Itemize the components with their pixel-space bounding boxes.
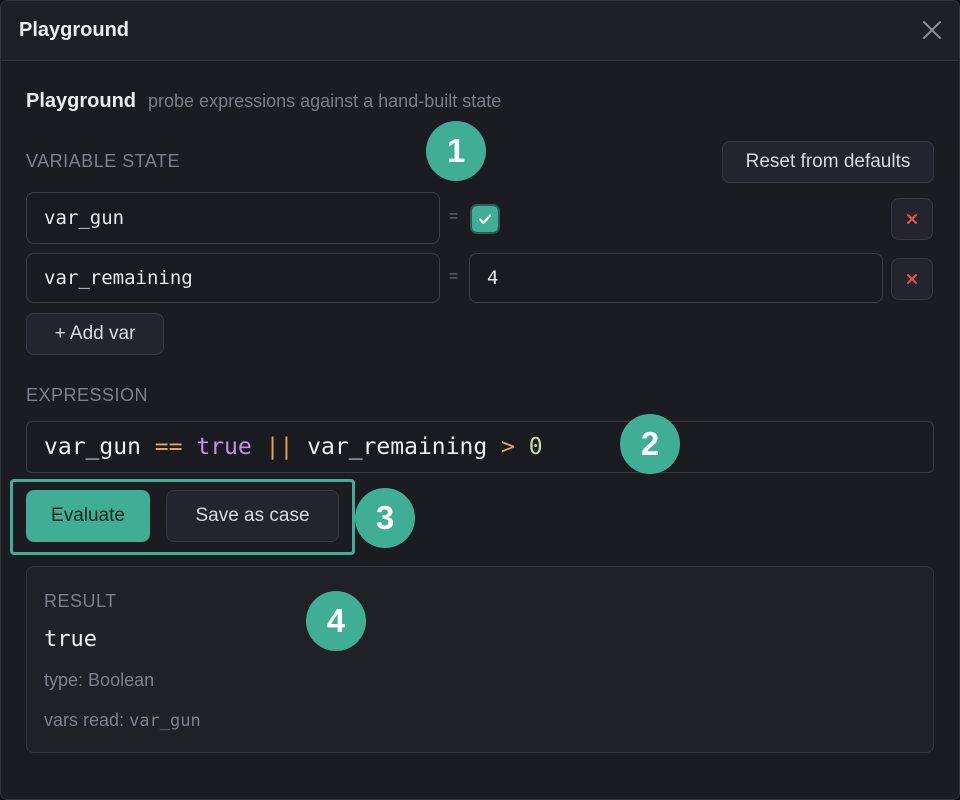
add-var-button[interactable]: + Add var <box>26 313 164 355</box>
equals-sign: = <box>449 268 459 285</box>
remove-icon <box>907 214 917 224</box>
result-type-value: Boolean <box>88 670 155 690</box>
reset-defaults-button[interactable]: Reset from defaults <box>722 141 934 183</box>
expression-token <box>252 434 266 460</box>
expression-token: || <box>265 434 294 460</box>
save-as-case-button[interactable]: Save as case <box>166 490 339 542</box>
equals-sign: = <box>449 208 459 225</box>
step-marker-1: 1 <box>426 121 486 181</box>
expression-token: 0 <box>528 434 543 460</box>
expression-token: > <box>501 434 515 460</box>
var-value-input[interactable]: 4 <box>469 253 883 303</box>
expression-token <box>487 434 501 460</box>
expression-token: var_remaining <box>307 434 488 460</box>
window-title: Playground <box>19 19 130 41</box>
expression-token <box>183 434 197 460</box>
check-icon <box>478 214 492 225</box>
expression-input[interactable]: var_gun == true || var_remaining > 0 <box>26 421 934 473</box>
title-bar: Playground <box>1 1 959 61</box>
expression-token <box>141 434 155 460</box>
remove-var-button[interactable] <box>891 198 933 240</box>
var-value-checkbox[interactable] <box>470 204 500 234</box>
expression-label: EXPRESSION <box>26 385 149 405</box>
close-icon <box>923 21 941 39</box>
result-type: type: Boolean <box>44 670 154 691</box>
result-label: RESULT <box>44 591 117 611</box>
page-title: Playground <box>26 90 137 112</box>
result-panel: RESULT true type: Boolean vars read: var… <box>26 566 934 753</box>
step-marker-2: 2 <box>620 414 680 474</box>
result-value: true <box>44 627 97 652</box>
evaluate-button[interactable]: Evaluate <box>26 490 150 542</box>
expression-token <box>515 434 529 460</box>
page-subtitle: probe expressions against a hand-built s… <box>148 91 502 111</box>
expression-token: == <box>154 434 183 460</box>
var-name-input[interactable]: var_remaining <box>26 253 440 303</box>
expression-token <box>293 434 307 460</box>
close-button[interactable] <box>919 17 945 43</box>
result-vars-value: var_gun <box>129 711 201 731</box>
variable-state-label: VARIABLE STATE <box>26 151 181 171</box>
expression-token: var_gun <box>44 434 141 460</box>
page-heading: Playground probe expressions against a ha… <box>26 90 501 113</box>
expression-token: true <box>196 434 252 460</box>
result-vars-read: vars read: var_gun <box>44 710 201 731</box>
remove-var-button[interactable] <box>891 258 933 300</box>
remove-icon <box>907 274 917 284</box>
step-marker-3: 3 <box>355 488 415 548</box>
result-vars-prefix: vars read: <box>44 710 125 730</box>
step-marker-4: 4 <box>306 591 366 651</box>
result-type-prefix: type: <box>44 670 84 690</box>
var-name-input[interactable]: var_gun <box>26 192 440 244</box>
